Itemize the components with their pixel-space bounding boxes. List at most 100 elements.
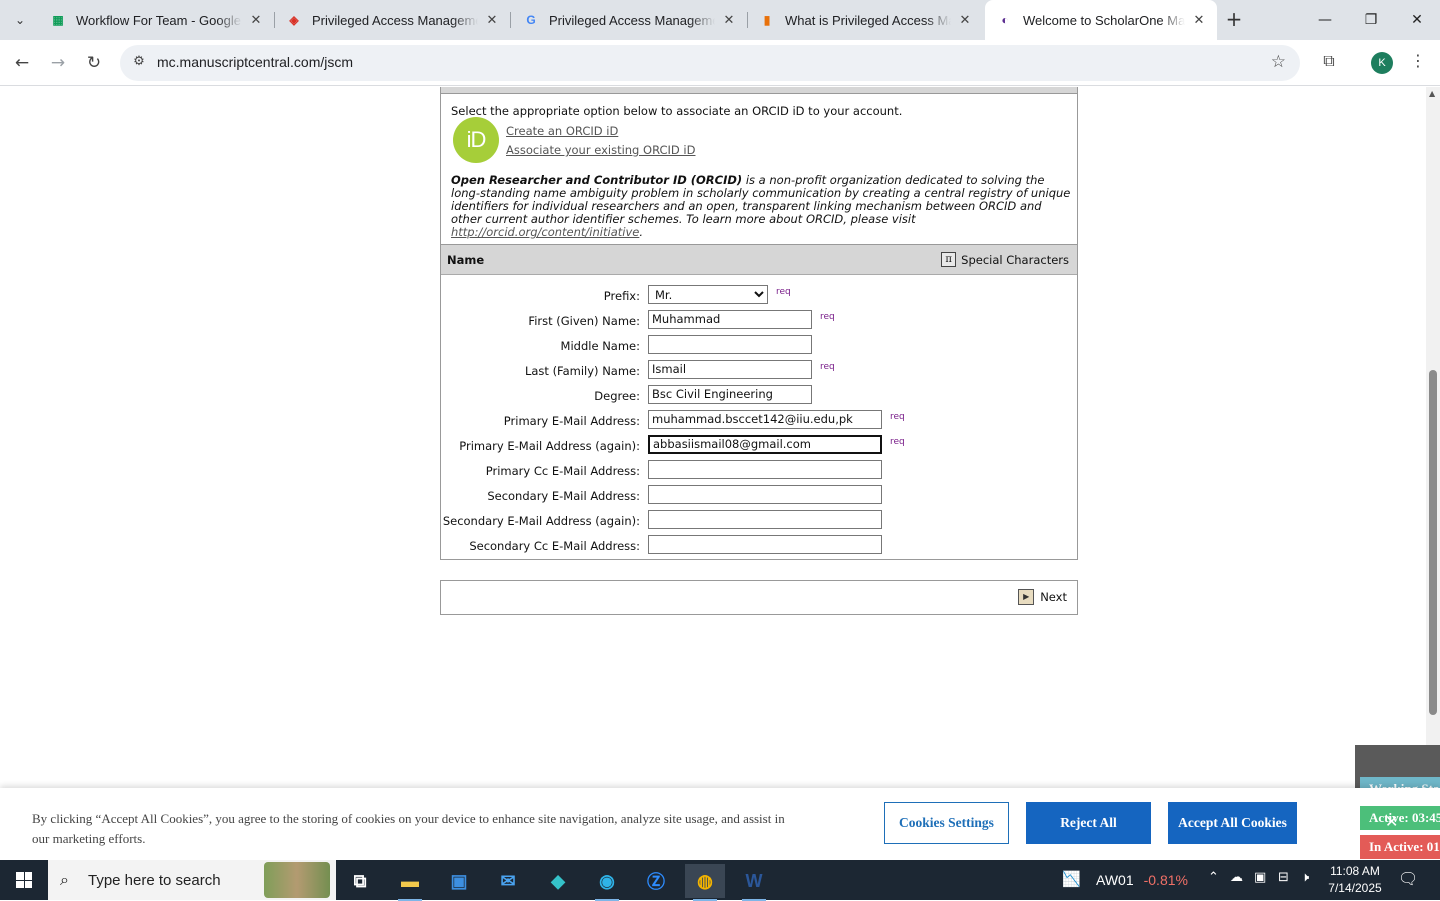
- task-view-icon[interactable]: ⧉: [340, 864, 380, 898]
- next-label: Next: [1040, 590, 1067, 604]
- taskbar-search-box[interactable]: ⌕ Type here to search: [48, 860, 336, 900]
- tab-close-icon[interactable]: ✕: [957, 12, 973, 28]
- text-field[interactable]: Bsc Civil Engineering: [648, 385, 812, 404]
- scrollbar-thumb[interactable]: [1429, 370, 1437, 715]
- bookmark-star-icon[interactable]: ☆: [1271, 52, 1286, 72]
- url-text[interactable]: mc.manuscriptcentral.com/jscm: [157, 54, 353, 70]
- field-label: First (Given) Name:: [528, 314, 640, 328]
- form-row: First (Given) Name: Muhammad req: [441, 310, 1077, 335]
- name-section-header: Name π Special Characters: [441, 245, 1077, 275]
- tab-close-icon[interactable]: ✕: [721, 12, 737, 28]
- tab-close-icon[interactable]: ✕: [1191, 12, 1207, 28]
- cookies-settings-button[interactable]: Cookies Settings: [884, 802, 1009, 844]
- onedrive-icon[interactable]: ☁: [1230, 870, 1243, 885]
- browser-tab[interactable]: ◐ Welcome to ScholarOne Manuscripts ✕: [985, 0, 1217, 40]
- special-characters-button[interactable]: π Special Characters: [941, 252, 1069, 267]
- browser-tab[interactable]: ▦ Workflow For Team - Google Sheets ✕: [38, 6, 274, 34]
- clock-time: 11:08 AM: [1330, 864, 1380, 878]
- tab-close-icon[interactable]: ✕: [484, 12, 500, 28]
- system-clock[interactable]: 11:08 AM 7/14/2025: [1322, 863, 1388, 897]
- next-arrow-icon: ▶: [1018, 589, 1035, 605]
- required-marker: req: [776, 287, 791, 297]
- word-icon[interactable]: W: [734, 864, 774, 901]
- profile-avatar[interactable]: K: [1371, 52, 1393, 74]
- tab-title: What is Privileged Access Management: [785, 12, 951, 28]
- stock-widget[interactable]: 📉 AW01 -0.81%: [1062, 870, 1188, 890]
- site-info-icon[interactable]: ⚙: [130, 54, 148, 72]
- text-field[interactable]: muhammad.bsccet142@iiu.edu,pk: [648, 410, 882, 429]
- windows-taskbar: ⌕ Type here to search ⧉ ▬ ▣ ✉ ◆ ◉ Ⓩ ◍ W …: [0, 860, 1440, 901]
- text-field[interactable]: [648, 535, 882, 554]
- restore-icon[interactable]: ❐: [1348, 0, 1394, 40]
- network-icon[interactable]: ⊟: [1278, 870, 1289, 885]
- field-label: Degree:: [594, 389, 640, 403]
- orcid-logo-icon: iD: [453, 117, 499, 163]
- pi-icon: π: [941, 252, 957, 267]
- text-field[interactable]: abbasiismail08@gmail.com: [648, 435, 882, 454]
- browser-menu-icon[interactable]: ⋮: [1408, 51, 1428, 73]
- name-section-title: Name: [447, 253, 485, 267]
- chrome-icon[interactable]: ◍: [685, 864, 725, 901]
- zoom-icon[interactable]: Ⓩ: [636, 864, 676, 898]
- working-status-inactive: In Active: 01: [1360, 835, 1440, 859]
- tab-search-chevron-icon[interactable]: ⌄: [8, 8, 32, 32]
- reload-icon[interactable]: ↻: [82, 51, 106, 75]
- pam-diamond-icon: ◈: [289, 13, 299, 27]
- window-close-icon[interactable]: ✕: [1394, 0, 1440, 40]
- field-label: Secondary E-Mail Address:: [487, 489, 640, 503]
- text-field[interactable]: Muhammad: [648, 310, 812, 329]
- form-row: Primary E-Mail Address (again): abbasiism…: [441, 435, 1077, 460]
- associate-orcid-link[interactable]: Associate your existing ORCID iD: [506, 143, 695, 157]
- text-field[interactable]: [648, 485, 882, 504]
- mail-icon[interactable]: ✉: [488, 864, 528, 898]
- tab-title: Workflow For Team - Google Sheets: [76, 12, 242, 28]
- orcid-intro-text: Select the appropriate option below to a…: [451, 104, 903, 118]
- minimize-icon[interactable]: —: [1302, 0, 1348, 40]
- browser-tab[interactable]: G Privileged Access Management ✕: [511, 6, 747, 34]
- notification-center-icon[interactable]: 🗨: [1398, 869, 1418, 888]
- form-row: Primary E-Mail Address: muhammad.bsccet14…: [441, 410, 1077, 435]
- scholarone-icon: ◐: [1001, 13, 1009, 27]
- browser-tab[interactable]: ◈ Privileged Access Management ✕: [274, 6, 510, 34]
- vpn-app-icon[interactable]: ◆: [538, 864, 578, 898]
- orcid-description: Open Researcher and Contributor ID (ORCI…: [451, 174, 1071, 239]
- back-icon[interactable]: ←: [10, 51, 34, 75]
- meet-now-icon[interactable]: ▣: [1254, 870, 1266, 885]
- field-label: Secondary E-Mail Address (again):: [442, 514, 640, 528]
- widget-close-icon[interactable]: ✕: [1385, 812, 1398, 831]
- new-tab-plus-icon[interactable]: +: [1222, 8, 1246, 32]
- edge-icon[interactable]: ◉: [587, 864, 627, 901]
- search-highlight-image: [264, 862, 330, 898]
- bookmark-icon: ▮: [763, 13, 771, 27]
- address-bar[interactable]: ⚙ mc.manuscriptcentral.com/jscm ☆: [120, 45, 1300, 81]
- browser-tab[interactable]: ▮ What is Privileged Access Management ✕: [747, 6, 983, 34]
- page-scrollbar[interactable]: ▲: [1426, 87, 1440, 788]
- orcid-section-header: [441, 87, 1077, 94]
- microsoft-store-icon[interactable]: ▣: [439, 864, 479, 898]
- navigation-bar: ▶ Next: [440, 580, 1078, 615]
- text-field[interactable]: [648, 510, 882, 529]
- orcid-initiative-link[interactable]: http://orcid.org/content/initiative: [451, 225, 639, 239]
- reject-all-button[interactable]: Reject All: [1026, 802, 1151, 844]
- text-field[interactable]: [648, 335, 812, 354]
- prefix-select[interactable]: Mr.: [648, 285, 768, 304]
- file-explorer-icon[interactable]: ▬: [390, 864, 430, 901]
- start-button[interactable]: [0, 860, 48, 900]
- create-orcid-link[interactable]: Create an ORCID iD: [506, 124, 618, 138]
- next-button[interactable]: ▶ Next: [1018, 589, 1067, 605]
- text-field[interactable]: Ismail: [648, 360, 812, 379]
- show-hidden-icons-icon[interactable]: ⌃: [1208, 870, 1219, 885]
- volume-muted-icon[interactable]: 🕨: [1301, 870, 1309, 885]
- accept-all-cookies-button[interactable]: Accept All Cookies: [1168, 802, 1297, 844]
- taskbar-search-placeholder: Type here to search: [88, 872, 221, 889]
- form-row: Secondary E-Mail Address:: [441, 485, 1077, 510]
- form-row: Last (Family) Name: Ismail req: [441, 360, 1077, 385]
- clock-date: 7/14/2025: [1328, 881, 1382, 895]
- scroll-up-arrow-icon[interactable]: ▲: [1429, 89, 1435, 98]
- tab-close-icon[interactable]: ✕: [248, 12, 264, 28]
- extensions-puzzle-icon[interactable]: ⧉: [1318, 51, 1340, 73]
- stock-name: AW01: [1096, 872, 1134, 888]
- forward-icon[interactable]: →: [46, 51, 70, 75]
- text-field[interactable]: [648, 460, 882, 479]
- field-label: Primary Cc E-Mail Address:: [485, 464, 640, 478]
